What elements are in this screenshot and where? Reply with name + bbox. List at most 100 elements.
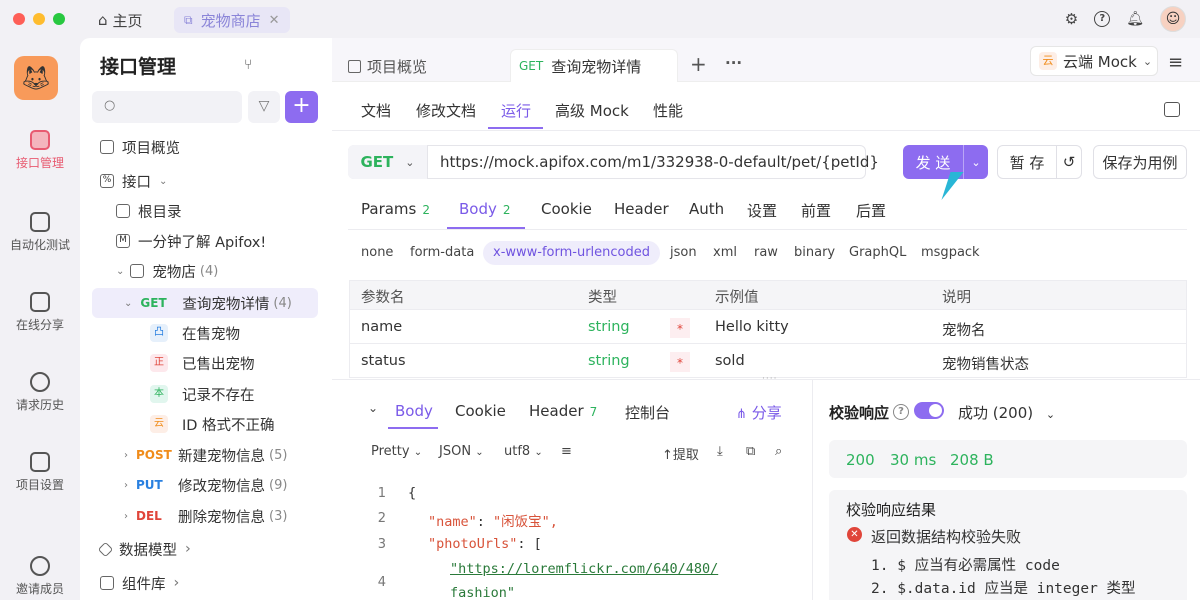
download-icon[interactable]: ⤓ (717, 444, 723, 459)
tree-item-put[interactable]: › PUT 修改宠物信息 (9) (124, 471, 350, 499)
save-as-case-button[interactable]: 保存为用例 (1093, 145, 1187, 179)
tree-item-root[interactable]: 根目录 (116, 197, 342, 225)
body-type-xml[interactable]: xml (713, 245, 737, 260)
validation-toggle[interactable] (914, 402, 944, 419)
param-desc[interactable]: 宠物销售状态 (942, 353, 1029, 374)
tab-home[interactable]: ⌂ 主页 (98, 9, 143, 31)
chevron-right-icon: › (124, 449, 128, 461)
wrap-icon[interactable]: ≡ (561, 444, 572, 459)
resp-tab-cookie[interactable]: Cookie (455, 402, 506, 420)
required-marker[interactable]: * (670, 352, 690, 372)
add-button[interactable]: + (285, 91, 318, 123)
param-type[interactable]: string (588, 319, 630, 335)
resp-tab-header[interactable]: Header 7 (529, 402, 597, 420)
tab-overview[interactable]: 项目概览 (348, 56, 427, 77)
panel-toggle-icon[interactable] (1164, 102, 1180, 117)
param-example[interactable]: Hello kitty (715, 319, 789, 335)
format-select[interactable]: JSON ⌄ (439, 444, 484, 459)
param-desc[interactable]: 宠物名 (942, 319, 986, 340)
search-input[interactable]: ○ (92, 91, 242, 123)
search-icon[interactable]: ⌕ (775, 444, 782, 459)
validation-result-select[interactable]: 成功 (200) ⌄ (958, 402, 1055, 423)
param-name[interactable]: name (361, 319, 402, 335)
subnav-doc[interactable]: 文档 (361, 100, 391, 121)
branch-icon[interactable]: ⑂ (244, 57, 252, 73)
resp-tab-body[interactable]: Body (395, 402, 433, 420)
tree-item-post[interactable]: › POST 新建宠物信息 (5) (124, 441, 350, 469)
req-tab-header[interactable]: Header (614, 200, 669, 218)
nav-item-invite[interactable]: 邀请成员 (0, 556, 80, 597)
extract-button[interactable]: ↑提取 (662, 444, 699, 463)
extract-icon: ↑ (662, 448, 673, 463)
req-tab-cookie[interactable]: Cookie (541, 200, 592, 218)
response-split-divider[interactable] (812, 380, 813, 600)
minimize-window-button[interactable] (33, 13, 45, 25)
method-select[interactable]: GET ⌄ (348, 145, 428, 179)
body-type-graphql[interactable]: GraphQL (849, 245, 906, 260)
body-type-urlencoded[interactable]: x-www-form-urlencoded (483, 241, 661, 265)
nav-item-share[interactable]: 在线分享 (0, 292, 80, 333)
nav-item-automation[interactable]: 自动化测试 (0, 212, 80, 253)
tab-label: Body (459, 200, 497, 218)
close-tab-icon[interactable]: ✕ (269, 13, 280, 28)
subnav-edit-doc[interactable]: 修改文档 (416, 100, 476, 121)
tree-item-api[interactable]: % 接口 ⌄ (100, 167, 326, 195)
req-tab-params[interactable]: Params 2 (361, 200, 430, 218)
drag-handle-icon[interactable]: ···· (762, 374, 777, 384)
param-name[interactable]: status (361, 353, 406, 369)
maximize-window-button[interactable] (53, 13, 65, 25)
chevron-down-icon[interactable]: ⌄ (964, 156, 988, 169)
reset-button[interactable]: ↺ (1056, 145, 1082, 179)
bell-icon[interactable]: 🔔︎ (1126, 11, 1144, 27)
req-tab-body[interactable]: Body 2 (459, 200, 511, 218)
collapse-chevron-icon[interactable]: ⌄ (368, 401, 378, 415)
body-type-binary[interactable]: binary (794, 245, 835, 260)
required-marker[interactable]: * (670, 318, 690, 338)
copy-icon[interactable]: ⧉ (746, 444, 755, 459)
encoding-select[interactable]: utf8 ⌄ (504, 444, 543, 459)
save-button[interactable]: 暂 存 (997, 145, 1057, 179)
req-tab-auth[interactable]: Auth (689, 200, 724, 218)
menu-icon[interactable]: ≡ (1168, 52, 1183, 73)
tree-item-get-pet[interactable]: ⌄ GET 查询宠物详情 (4) (124, 289, 350, 317)
req-tab-post[interactable]: 后置 (856, 200, 886, 221)
body-type-none[interactable]: none (361, 245, 393, 260)
body-type-raw[interactable]: raw (754, 245, 778, 260)
tree-item-components[interactable]: 组件库 › (100, 569, 326, 597)
nav-item-settings[interactable]: 项目设置 (0, 452, 80, 493)
req-tab-settings[interactable]: 设置 (747, 200, 777, 221)
send-button[interactable]: 发 送 ⌄ (903, 145, 988, 179)
help-icon[interactable]: ? (893, 404, 909, 420)
param-example[interactable]: sold (715, 353, 745, 369)
json-link[interactable]: "https://loremflickr.com/640/480/ (450, 561, 718, 577)
avatar[interactable]: ☺ (1160, 6, 1186, 32)
help-icon[interactable]: ? (1094, 11, 1111, 27)
more-tabs-button[interactable]: ··· (725, 54, 742, 72)
body-type-json[interactable]: json (670, 245, 697, 260)
tree-item-models[interactable]: 数据模型 › (97, 535, 326, 563)
share-button[interactable]: ⋔ 分享 (736, 402, 782, 423)
req-tab-pre[interactable]: 前置 (801, 200, 831, 221)
add-tab-button[interactable]: + (690, 52, 707, 76)
pretty-select[interactable]: Pretty ⌄ (371, 444, 422, 459)
tree-count: (5) (269, 447, 288, 463)
subnav-perf[interactable]: 性能 (653, 100, 683, 121)
subnav-run[interactable]: 运行 (501, 100, 531, 121)
tab-petshop[interactable]: ⧉ 宠物商店 ✕ (174, 7, 290, 33)
tab-get-pet[interactable]: GET 查询宠物详情 (510, 49, 678, 82)
tree-item-delete[interactable]: › DEL 删除宠物信息 (3) (124, 502, 350, 530)
body-type-msgpack[interactable]: msgpack (921, 245, 980, 260)
tree-item-overview[interactable]: 项目概览 (100, 133, 326, 161)
nav-item-history[interactable]: 请求历史 (0, 372, 80, 413)
subnav-mock[interactable]: 高级 Mock (555, 100, 629, 121)
tree-item-petshop[interactable]: ⌄ 宠物店 (4) (116, 257, 342, 285)
close-window-button[interactable] (13, 13, 25, 25)
body-type-form-data[interactable]: form-data (410, 245, 474, 260)
resp-tab-console[interactable]: 控制台 (625, 402, 670, 423)
tree-item-intro[interactable]: M 一分钟了解 Apifox! (116, 227, 342, 255)
filter-button[interactable]: ▽ (248, 91, 280, 123)
param-type[interactable]: string (588, 353, 630, 369)
nav-item-api[interactable]: 接口管理 (0, 130, 80, 171)
environment-select[interactable]: 云 云端 Mock ⌄ (1030, 46, 1158, 76)
gear-icon[interactable]: ⚙ (1065, 10, 1078, 28)
